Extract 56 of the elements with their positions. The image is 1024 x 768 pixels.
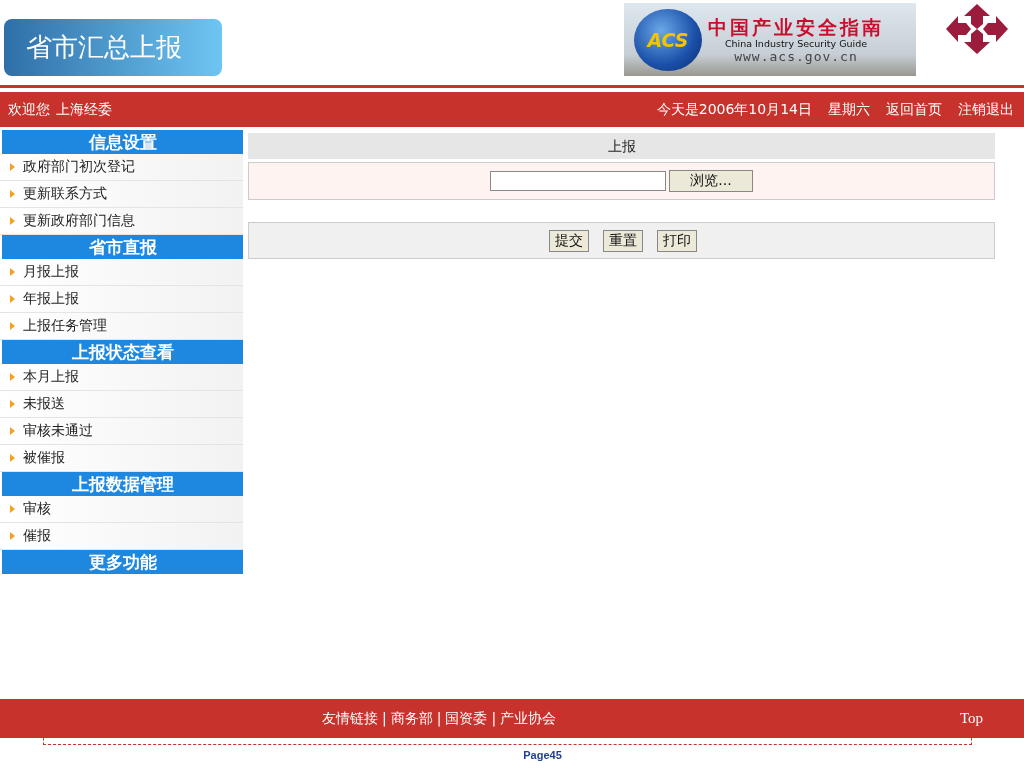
separator: |	[491, 709, 497, 728]
sidebar-item[interactable]: 更新政府部门信息	[0, 208, 243, 235]
footer-link[interactable]: 友情链接	[322, 709, 378, 728]
sidebar-section-header[interactable]: 信息设置	[2, 130, 243, 154]
sidebar-item[interactable]: 被催报	[0, 445, 243, 472]
triangle-icon	[10, 190, 15, 198]
sidebar-item[interactable]: 月报上报	[0, 259, 243, 286]
banner-title: 中国产业安全指南	[708, 15, 884, 38]
welcome-text: 欢迎您	[8, 100, 50, 119]
triangle-icon	[10, 532, 15, 540]
sidebar-item[interactable]: 年报上报	[0, 286, 243, 313]
browse-button[interactable]: 浏览...	[669, 170, 753, 192]
separator: |	[382, 709, 387, 728]
sidebar-item[interactable]: 审核未通过	[0, 418, 243, 445]
nav-link[interactable]: 注销退出	[958, 100, 1014, 119]
sidebar-item[interactable]: 催报	[0, 523, 243, 550]
sidebar-section-header[interactable]: 上报数据管理	[2, 472, 243, 496]
action-button[interactable]: 重置	[602, 229, 643, 252]
triangle-icon	[10, 217, 15, 225]
triangle-icon	[10, 400, 15, 408]
sidebar-item[interactable]: 审核	[0, 496, 243, 523]
footer-link[interactable]: 商务部	[390, 709, 433, 728]
sidebar-section-header[interactable]: 省市直报	[2, 235, 243, 259]
triangle-icon	[10, 427, 15, 435]
file-path-field[interactable]	[490, 171, 666, 191]
date-text: 今天是2006年10月14日	[656, 100, 812, 119]
form-heading: 上报	[248, 133, 995, 159]
slide-title: 省市汇总上报	[4, 19, 222, 76]
triangle-icon	[10, 295, 15, 303]
sidebar-item[interactable]: 未报送	[0, 391, 243, 418]
separator: |	[436, 709, 442, 728]
sidebar-section-header[interactable]: 更多功能	[2, 550, 243, 574]
triangle-icon	[10, 454, 15, 462]
triangle-icon	[10, 322, 15, 330]
sidebar-item[interactable]: 更新联系方式	[0, 181, 243, 208]
sidebar-item[interactable]: 政府部门初次登记	[0, 154, 243, 181]
user-name: 上海经委	[56, 100, 112, 119]
footer-link[interactable]: 国资委	[445, 709, 488, 728]
action-button[interactable]: 提交	[548, 229, 589, 252]
sidebar-item[interactable]: 本月上报	[0, 364, 243, 391]
triangle-icon	[10, 163, 15, 171]
weekday-text: 星期六	[828, 100, 870, 119]
top-link[interactable]: Top	[959, 710, 983, 727]
action-button[interactable]: 打印	[656, 229, 697, 252]
banner-url: www.acs.gov.cn	[734, 49, 858, 64]
nav-link[interactable]: 返回首页	[886, 100, 942, 119]
globe-logo: ACS	[634, 8, 702, 71]
triangle-icon	[10, 505, 15, 513]
footer-link[interactable]: 产业协会	[500, 709, 557, 728]
page-number: Page45	[522, 749, 563, 761]
triangle-icon	[10, 373, 15, 381]
triangle-icon	[10, 268, 15, 276]
banner-subtitle: China Industry Security Guide	[724, 37, 868, 50]
sidebar-section-header[interactable]: 上报状态查看	[2, 340, 243, 364]
emblem-logo	[944, 1, 1010, 56]
sidebar-item[interactable]: 上报任务管理	[0, 313, 243, 340]
